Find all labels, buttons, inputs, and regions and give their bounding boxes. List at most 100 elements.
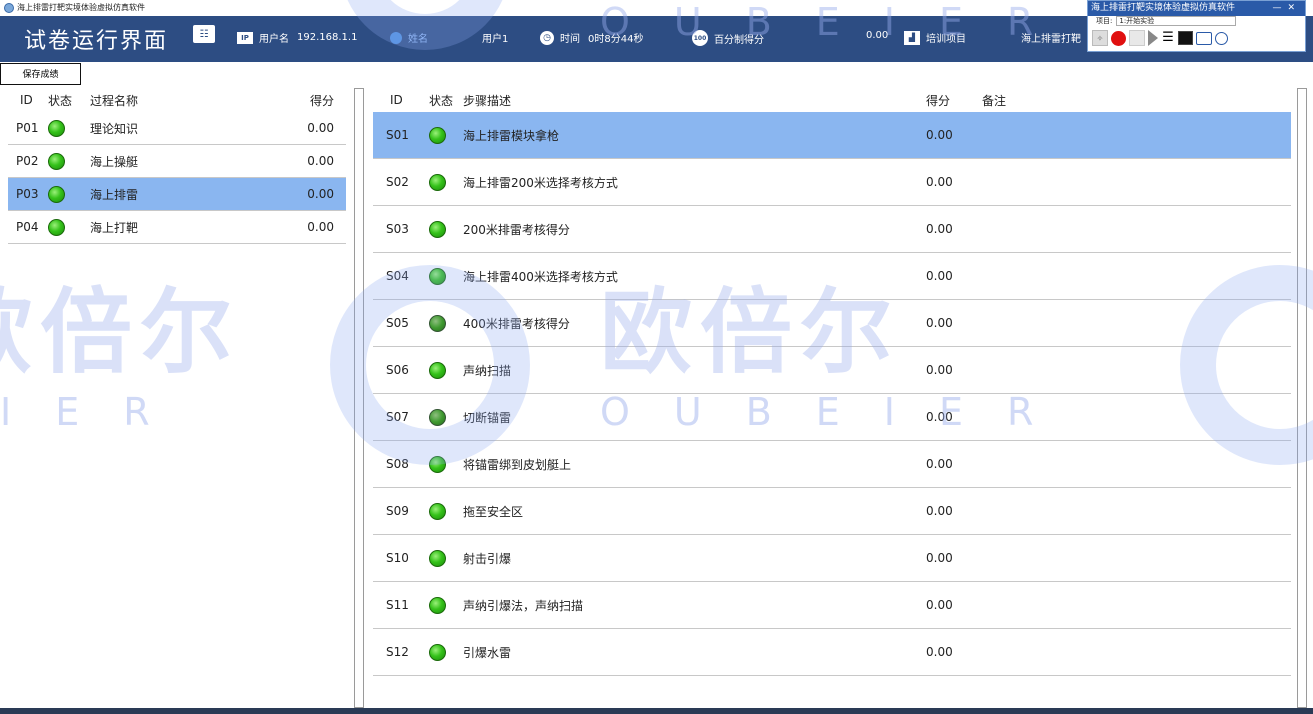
row-score: 0.00 — [307, 220, 334, 234]
row-desc: 声纳扫描 — [463, 363, 512, 378]
name-label: 姓名 — [408, 34, 428, 45]
score-100-icon: 100 — [692, 30, 708, 46]
row-desc: 引爆水雷 — [463, 645, 512, 660]
row-id: P04 — [16, 220, 39, 234]
control-panel-title: 海上排雷打靶实境体验虚拟仿真软件 — [1091, 3, 1236, 13]
table-row[interactable]: S03 200米排雷考核得分 0.00 — [373, 206, 1291, 253]
row-id: S12 — [386, 645, 409, 659]
table-row[interactable]: S05 400米排雷考核得分 0.00 — [373, 300, 1291, 347]
row-score: 0.00 — [307, 187, 334, 201]
page-title: 试卷运行界面 — [24, 29, 169, 54]
table-row[interactable]: P01 理论知识 0.00 — [8, 112, 346, 145]
window-buttons[interactable]: —✕ — [1272, 1, 1305, 16]
status-green-icon — [429, 173, 446, 191]
control-panel: 海上排雷打靶实境体验虚拟仿真软件 —✕ 项目: 1:开始实验 ✧ ☰ — [1087, 0, 1306, 52]
table-icon-wrap: ☷ — [193, 25, 221, 43]
row-status — [429, 220, 463, 238]
status-green-icon — [429, 220, 446, 238]
row-name: 海上操艇 — [90, 154, 139, 169]
control-toolbar: ✧ ☰ — [1088, 30, 1305, 46]
project-value: 海上排雷打靶 — [1021, 34, 1081, 45]
clock-icon: ◷ — [540, 30, 554, 45]
table-row[interactable]: S02 海上排雷200米选择考核方式 0.00 — [373, 159, 1291, 206]
row-desc: 声纳引爆法，声纳扫描 — [463, 598, 584, 613]
status-green-icon — [429, 455, 446, 473]
table-row[interactable]: S04 海上排雷400米选择考核方式 0.00 — [373, 253, 1291, 300]
status-green-icon — [429, 549, 446, 567]
save-score-button[interactable]: 保存成绩 — [0, 63, 81, 85]
row-status — [429, 502, 463, 520]
table-row[interactable]: S06 声纳扫描 0.00 — [373, 347, 1291, 394]
row-id: S06 — [386, 363, 409, 377]
col-status: 状态 — [429, 93, 454, 108]
row-score: 0.00 — [926, 269, 953, 283]
row-id: S09 — [386, 504, 409, 518]
process-table: ID 状态 过程名称 得分 P01 理论知识 0.00 P02 海上操艇 0.0… — [8, 88, 346, 244]
row-status — [48, 218, 88, 236]
wand-icon[interactable]: ✧ — [1092, 30, 1108, 46]
row-id: S01 — [386, 128, 409, 142]
username-group: IP 用户名 192.168.1.1 — [237, 30, 357, 45]
record-icon[interactable] — [1111, 30, 1126, 46]
row-id: S11 — [386, 598, 409, 612]
col-score: 得分 — [309, 93, 334, 108]
status-green-icon — [48, 152, 65, 170]
row-name: 海上打靶 — [90, 220, 139, 235]
table-row-selected[interactable]: P03 海上排雷 0.00 — [8, 178, 346, 211]
status-dim-icon — [429, 408, 446, 426]
project-select-label: 项目: — [1096, 17, 1113, 25]
table-row[interactable]: S08 将锚雷绑到皮划艇上 0.00 — [373, 441, 1291, 488]
control-panel-titlebar[interactable]: 海上排雷打靶实境体验虚拟仿真软件 —✕ — [1088, 1, 1305, 16]
col-desc: 步骤描述 — [463, 93, 512, 108]
row-status — [429, 455, 463, 473]
row-desc: 海上排雷400米选择考核方式 — [463, 269, 618, 284]
table-row[interactable]: S09 拖至安全区 0.00 — [373, 488, 1291, 535]
row-desc: 拖至安全区 — [463, 504, 524, 519]
table-row[interactable]: S10 射击引爆 0.00 — [373, 535, 1291, 582]
row-status — [429, 267, 463, 285]
timer-icon[interactable] — [1215, 31, 1228, 45]
row-id: S10 — [386, 551, 409, 565]
table-row[interactable]: S11 声纳引爆法，声纳扫描 0.00 — [373, 582, 1291, 629]
col-status: 状态 — [48, 93, 73, 108]
row-desc: 海上排雷模块拿枪 — [463, 128, 560, 143]
time-group: ◷ 时间 0时8分44秒 — [540, 30, 643, 45]
project-label: 培训项目 — [926, 34, 966, 45]
row-desc: 切断锚雷 — [463, 410, 512, 425]
user-icon — [390, 31, 402, 44]
step-table: ID 状态 步骤描述 得分 备注 S01 海上排雷模块拿枪 0.00 S02 海… — [373, 88, 1291, 676]
image-icon[interactable] — [1178, 31, 1193, 45]
vertical-scrollbar[interactable] — [1297, 88, 1307, 708]
col-name: 过程名称 — [90, 93, 139, 108]
play-icon[interactable] — [1148, 30, 1158, 46]
process-table-header: ID 状态 过程名称 得分 — [8, 88, 346, 112]
row-score: 0.00 — [926, 316, 953, 330]
row-status — [429, 596, 463, 614]
menu-icon[interactable]: ☰ — [1161, 31, 1175, 45]
table-row[interactable]: S12 引爆水雷 0.00 — [373, 629, 1291, 676]
row-status — [429, 643, 463, 661]
table-icon: ☷ — [193, 25, 215, 43]
row-desc: 射击引爆 — [463, 551, 512, 566]
status-green-icon — [429, 502, 446, 520]
table-row[interactable]: S07 切断锚雷 0.00 — [373, 394, 1291, 441]
username-label: 用户名 — [259, 34, 289, 45]
table-row-selected[interactable]: S01 海上排雷模块拿枪 0.00 — [373, 112, 1291, 159]
camera-icon[interactable] — [1196, 31, 1212, 45]
time-label: 时间 — [560, 34, 580, 45]
table-row[interactable]: P02 海上操艇 0.00 — [8, 145, 346, 178]
col-id: ID — [390, 93, 403, 107]
project-select[interactable]: 1:开始实验 — [1116, 16, 1237, 26]
row-id: S05 — [386, 316, 409, 330]
row-name: 理论知识 — [90, 121, 139, 136]
project-group: ▟ 培训项目 — [904, 30, 974, 45]
ip-icon: IP — [237, 31, 253, 44]
status-green-icon — [429, 643, 446, 661]
row-desc: 海上排雷200米选择考核方式 — [463, 175, 618, 190]
splitter-bar[interactable] — [354, 88, 364, 708]
table-row[interactable]: P04 海上打靶 0.00 — [8, 211, 346, 244]
step-table-header: ID 状态 步骤描述 得分 备注 — [373, 88, 1291, 112]
stop-icon[interactable] — [1129, 30, 1145, 46]
score-group: 100 百分制得分 — [692, 30, 772, 46]
row-status — [429, 361, 463, 379]
